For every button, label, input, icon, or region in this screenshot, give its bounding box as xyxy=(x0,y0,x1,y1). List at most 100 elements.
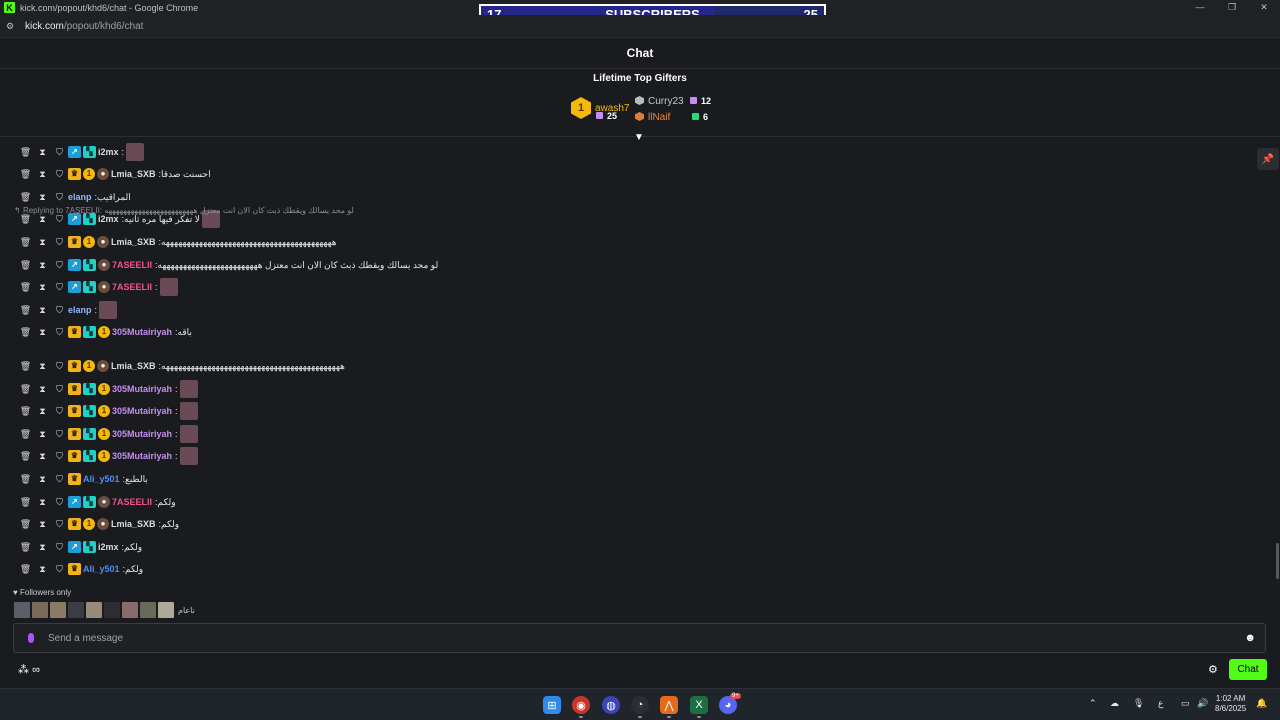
delete-message-icon[interactable]: 🗑 xyxy=(17,147,34,158)
gift-subs-icon[interactable]: ⁂ xyxy=(18,664,29,676)
language-indicator[interactable]: ع xyxy=(1158,698,1163,709)
message-username[interactable]: Lmia_SXB xyxy=(111,169,156,179)
timeout-user-icon[interactable]: ⧗ xyxy=(34,282,51,293)
avatar[interactable] xyxy=(122,602,138,618)
timeout-user-icon[interactable]: ⧗ xyxy=(34,169,51,180)
delete-message-icon[interactable]: 🗑 xyxy=(17,384,34,395)
reply-preview[interactable]: ↰ Replying to 7ASEELII: لو محد يسالك ويق… xyxy=(14,206,354,215)
delete-message-icon[interactable]: 🗑 xyxy=(17,169,34,180)
taskbar-clock[interactable]: 1:02 AM 8/6/2025 xyxy=(1215,694,1246,714)
timeout-user-icon[interactable]: ⧗ xyxy=(34,260,51,271)
ban-user-icon[interactable]: ⛉ xyxy=(51,497,68,508)
message-username[interactable]: 305Mutairiyah xyxy=(112,406,172,416)
delete-message-icon[interactable]: 🗑 xyxy=(17,237,34,248)
message-username[interactable]: 305Mutairiyah xyxy=(112,429,172,439)
chat-message[interactable]: 🗑 ⧗ ⛉ ↗ ▚ i2mx: xyxy=(17,142,145,162)
delete-message-icon[interactable]: 🗑 xyxy=(17,282,34,293)
send-chat-button[interactable]: Chat xyxy=(1229,659,1267,680)
delete-message-icon[interactable]: 🗑 xyxy=(17,305,34,316)
maximize-button[interactable]: ❐ xyxy=(1216,0,1248,15)
site-settings-icon[interactable]: ⚙ xyxy=(6,21,16,31)
timeout-user-icon[interactable]: ⧗ xyxy=(34,429,51,440)
chat-message[interactable]: 🗑 ⧗ ⛉ ♛ 1 ● Lmia_SXB: هههههههههههههههههههههههه… xyxy=(17,356,345,376)
message-username[interactable]: Lmia_SXB xyxy=(111,237,156,247)
avatar[interactable] xyxy=(68,602,84,618)
chat-message[interactable]: 🗑 ⧗ ⛉ ♛ 1 ● Lmia_SXB: احسنت صدقا xyxy=(17,164,211,184)
microphone-icon[interactable]: 🎙 xyxy=(1133,698,1144,709)
top-gifter-third[interactable]: llNaif 6 xyxy=(635,112,708,123)
chat-message[interactable]: 🗑 ⧗ ⛉ ↗ ▚ ● 7ASEELII: ولكم xyxy=(17,492,176,512)
timeout-user-icon[interactable]: ⧗ xyxy=(34,305,51,316)
volume-icon[interactable]: 🔊 xyxy=(1197,698,1208,709)
message-username[interactable]: 305Mutairiyah xyxy=(112,327,172,337)
timeout-user-icon[interactable]: ⧗ xyxy=(34,542,51,553)
timeout-user-icon[interactable]: ⧗ xyxy=(34,214,51,225)
message-input-box[interactable]: ☻ xyxy=(13,623,1266,653)
ban-user-icon[interactable]: ⛉ xyxy=(51,282,68,293)
ban-user-icon[interactable]: ⛉ xyxy=(51,305,68,316)
delete-message-icon[interactable]: 🗑 xyxy=(17,327,34,338)
app-icon[interactable]: ◍ xyxy=(602,696,620,714)
timeout-user-icon[interactable]: ⧗ xyxy=(34,497,51,508)
delete-message-icon[interactable]: 🗑 xyxy=(17,429,34,440)
chat-message[interactable]: 🗑 ⧗ ⛉ ♛ ▚ 1 305Mutairiyah: xyxy=(17,424,198,444)
avatar[interactable] xyxy=(50,602,66,618)
chat-message[interactable]: 🗑 ⧗ ⛉ ♛ ▚ 1 305Mutairiyah: xyxy=(17,401,198,421)
url-text[interactable]: kick.com/popout/khd6/chat xyxy=(25,21,143,32)
tray-chevron-icon[interactable]: ⌃ xyxy=(1089,698,1097,709)
timeout-user-icon[interactable]: ⧗ xyxy=(34,237,51,248)
emote-image[interactable] xyxy=(159,278,178,296)
delete-message-icon[interactable]: 🗑 xyxy=(17,497,34,508)
mic-icon[interactable] xyxy=(28,633,34,643)
chat-scrollbar[interactable] xyxy=(1276,543,1279,579)
delete-message-icon[interactable]: 🗑 xyxy=(17,519,34,530)
ban-user-icon[interactable]: ⛉ xyxy=(51,260,68,271)
avatar[interactable] xyxy=(104,602,120,618)
delete-message-icon[interactable]: 🗑 xyxy=(17,542,34,553)
chat-message[interactable]: 🗑 ⧗ ⛉ ♛ Ali_y501: بالطبع xyxy=(17,469,148,489)
delete-message-icon[interactable]: 🗑 xyxy=(17,564,34,575)
message-username[interactable]: elanp xyxy=(68,305,92,315)
timeout-user-icon[interactable]: ⧗ xyxy=(34,192,51,203)
delete-message-icon[interactable]: 🗑 xyxy=(17,192,34,203)
chat-settings-gear-icon[interactable]: ⚙ xyxy=(1208,663,1218,676)
chat-message[interactable]: 🗑 ⧗ ⛉ ↗ ▚ ● 7ASEELII: xyxy=(17,277,178,297)
message-username[interactable]: Ali_y501 xyxy=(83,474,120,484)
ban-user-icon[interactable]: ⛉ xyxy=(51,237,68,248)
ban-user-icon[interactable]: ⛉ xyxy=(51,564,68,575)
emote-image[interactable] xyxy=(179,402,198,420)
chat-message[interactable]: 🗑 ⧗ ⛉ ↗ ▚ ● 7ASEELII: لو محد يسالك ويقطك ذبث ك… xyxy=(17,255,438,275)
infinity-icon[interactable]: ∞ xyxy=(32,664,40,676)
chat-message[interactable]: 🗑 ⧗ ⛉ elanp: المراقيب xyxy=(17,187,131,207)
timeout-user-icon[interactable]: ⧗ xyxy=(34,474,51,485)
delete-message-icon[interactable]: 🗑 xyxy=(17,474,34,485)
avatar[interactable] xyxy=(140,602,156,618)
emote-image[interactable] xyxy=(179,425,198,443)
delete-message-icon[interactable]: 🗑 xyxy=(17,406,34,417)
chat-message[interactable]: 🗑 ⧗ ⛉ ♛ ▚ 1 305Mutairiyah: باقه xyxy=(17,322,192,342)
timeout-user-icon[interactable]: ⧗ xyxy=(34,451,51,462)
avatar[interactable] xyxy=(14,602,30,618)
chat-message[interactable]: 🗑 ⧗ ⛉ ♛ 1 ● Lmia_SXB: ولكم xyxy=(17,514,179,534)
ban-user-icon[interactable]: ⛉ xyxy=(51,169,68,180)
message-username[interactable]: 7ASEELII xyxy=(112,260,152,270)
ban-user-icon[interactable]: ⛉ xyxy=(51,384,68,395)
message-username[interactable]: Ali_y501 xyxy=(83,564,120,574)
minimize-button[interactable]: — xyxy=(1184,0,1216,15)
timeout-user-icon[interactable]: ⧗ xyxy=(34,406,51,417)
ban-user-icon[interactable]: ⛉ xyxy=(51,214,68,225)
ban-user-icon[interactable]: ⛉ xyxy=(51,406,68,417)
timeout-user-icon[interactable]: ⧗ xyxy=(34,384,51,395)
ban-user-icon[interactable]: ⛉ xyxy=(51,542,68,553)
emote-image[interactable] xyxy=(179,447,198,465)
ban-user-icon[interactable]: ⛉ xyxy=(51,519,68,530)
message-username[interactable]: 305Mutairiyah xyxy=(112,451,172,461)
message-input[interactable] xyxy=(48,632,1198,644)
message-username[interactable]: i2mx xyxy=(98,147,119,157)
emote-image[interactable] xyxy=(179,380,198,398)
timeout-user-icon[interactable]: ⧗ xyxy=(34,361,51,372)
chat-message[interactable]: 🗑 ⧗ ⛉ ↗ ▚ i2mx: ولكم xyxy=(17,537,142,557)
message-username[interactable]: 7ASEELII xyxy=(112,282,152,292)
cloud-icon[interactable]: ☁ xyxy=(1110,698,1119,709)
chat-message[interactable]: 🗑 ⧗ ⛉ elanp: xyxy=(17,300,118,320)
